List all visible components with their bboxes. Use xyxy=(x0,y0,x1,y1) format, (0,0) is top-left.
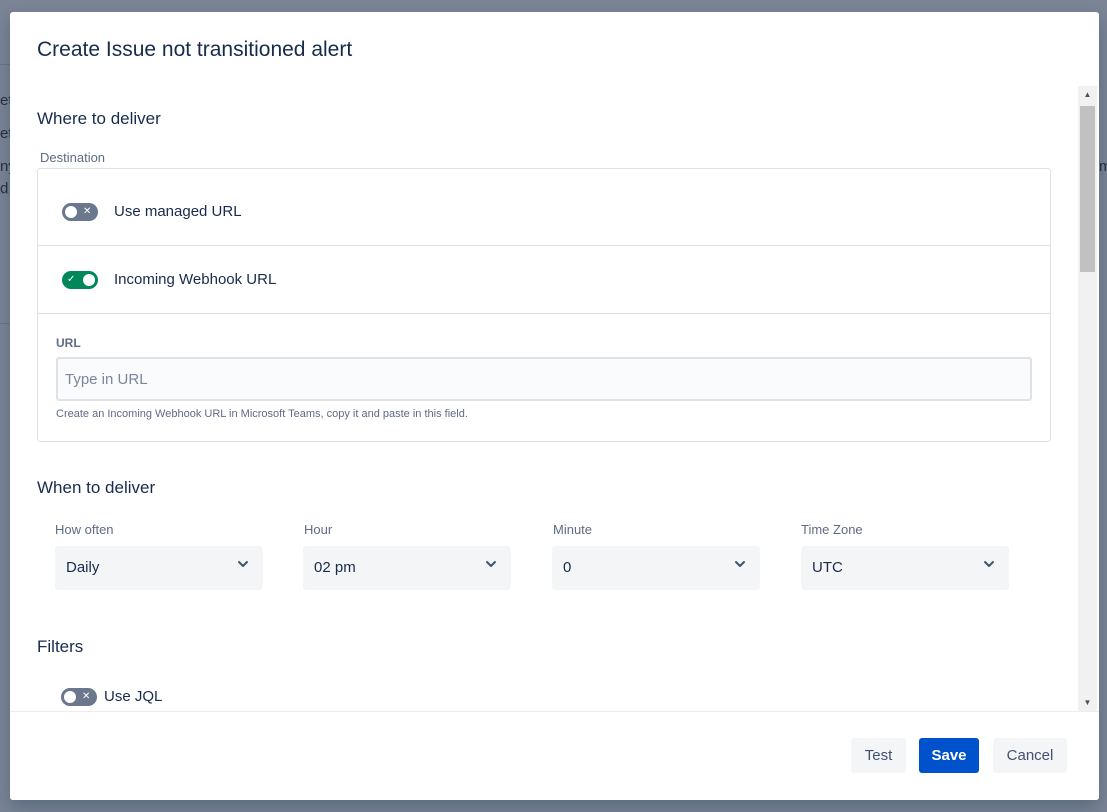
cancel-button[interactable]: Cancel xyxy=(993,738,1067,773)
time-zone-select[interactable]: UTC xyxy=(801,546,1009,590)
minute-label: Minute xyxy=(553,522,593,537)
background-divider xyxy=(0,193,10,194)
scroll-up-icon[interactable]: ▲ xyxy=(1078,86,1097,103)
chevron-down-icon xyxy=(238,561,248,567)
minute-value: 0 xyxy=(563,559,572,576)
hour-label: Hour xyxy=(304,522,333,537)
dialog-footer: Test Save Cancel xyxy=(10,711,1099,800)
toggle-knob xyxy=(83,274,95,286)
chevron-down-icon xyxy=(735,561,745,567)
time-zone-label: Time Zone xyxy=(801,522,863,537)
webhook-url-label: Incoming Webhook URL xyxy=(114,271,277,288)
use-jql-toggle[interactable]: ✕ xyxy=(61,688,97,706)
create-alert-dialog: Create Issue not transitioned alert Wher… xyxy=(10,12,1099,800)
scroll-down-icon[interactable]: ▼ xyxy=(1078,694,1097,711)
how-often-label: How often xyxy=(55,522,114,537)
background-divider xyxy=(0,323,10,324)
section-title-when: When to deliver xyxy=(37,478,156,497)
managed-url-label: Use managed URL xyxy=(114,203,242,220)
save-button[interactable]: Save xyxy=(919,738,979,773)
chevron-down-icon xyxy=(984,561,994,567)
toggle-knob xyxy=(64,691,76,703)
how-often-select[interactable]: Daily xyxy=(55,546,263,590)
background-text: m xyxy=(1099,158,1107,175)
how-often-value: Daily xyxy=(66,559,100,576)
webhook-url-row: ✓ Incoming Webhook URL xyxy=(38,246,1050,314)
cross-icon: ✕ xyxy=(83,206,92,217)
destination-label: Destination xyxy=(40,150,106,165)
background-divider xyxy=(0,64,10,65)
webhook-url-toggle[interactable]: ✓ xyxy=(62,271,98,289)
chevron-down-icon xyxy=(486,561,496,567)
url-field-label: URL xyxy=(56,336,81,350)
dialog-scrollbar[interactable]: ▲ ▼ xyxy=(1078,86,1097,711)
time-zone-value: UTC xyxy=(812,559,843,576)
section-title-filters: Filters xyxy=(37,637,84,656)
hour-value: 02 pm xyxy=(314,559,356,576)
destination-panel: ✕ Use managed URL ✓ Incoming Webhook URL… xyxy=(37,168,1051,442)
background-text: d xyxy=(0,180,9,197)
url-input[interactable] xyxy=(56,357,1032,401)
test-button[interactable]: Test xyxy=(851,738,906,773)
scrollbar-thumb[interactable] xyxy=(1080,106,1095,272)
check-icon: ✓ xyxy=(67,274,76,285)
dialog-title: Create Issue not transitioned alert xyxy=(37,38,353,61)
cross-icon: ✕ xyxy=(82,691,91,702)
managed-url-row: ✕ Use managed URL xyxy=(38,169,1050,246)
minute-select[interactable]: 0 xyxy=(552,546,760,590)
use-jql-label: Use JQL xyxy=(104,688,163,705)
dialog-body[interactable]: Where to deliver Destination ✕ Use manag… xyxy=(10,86,1099,711)
section-title-where: Where to deliver xyxy=(37,109,161,128)
url-help-text: Create an Incoming Webhook URL in Micros… xyxy=(56,408,468,420)
hour-select[interactable]: 02 pm xyxy=(303,546,511,590)
toggle-knob xyxy=(65,206,77,218)
managed-url-toggle[interactable]: ✕ xyxy=(62,203,98,221)
